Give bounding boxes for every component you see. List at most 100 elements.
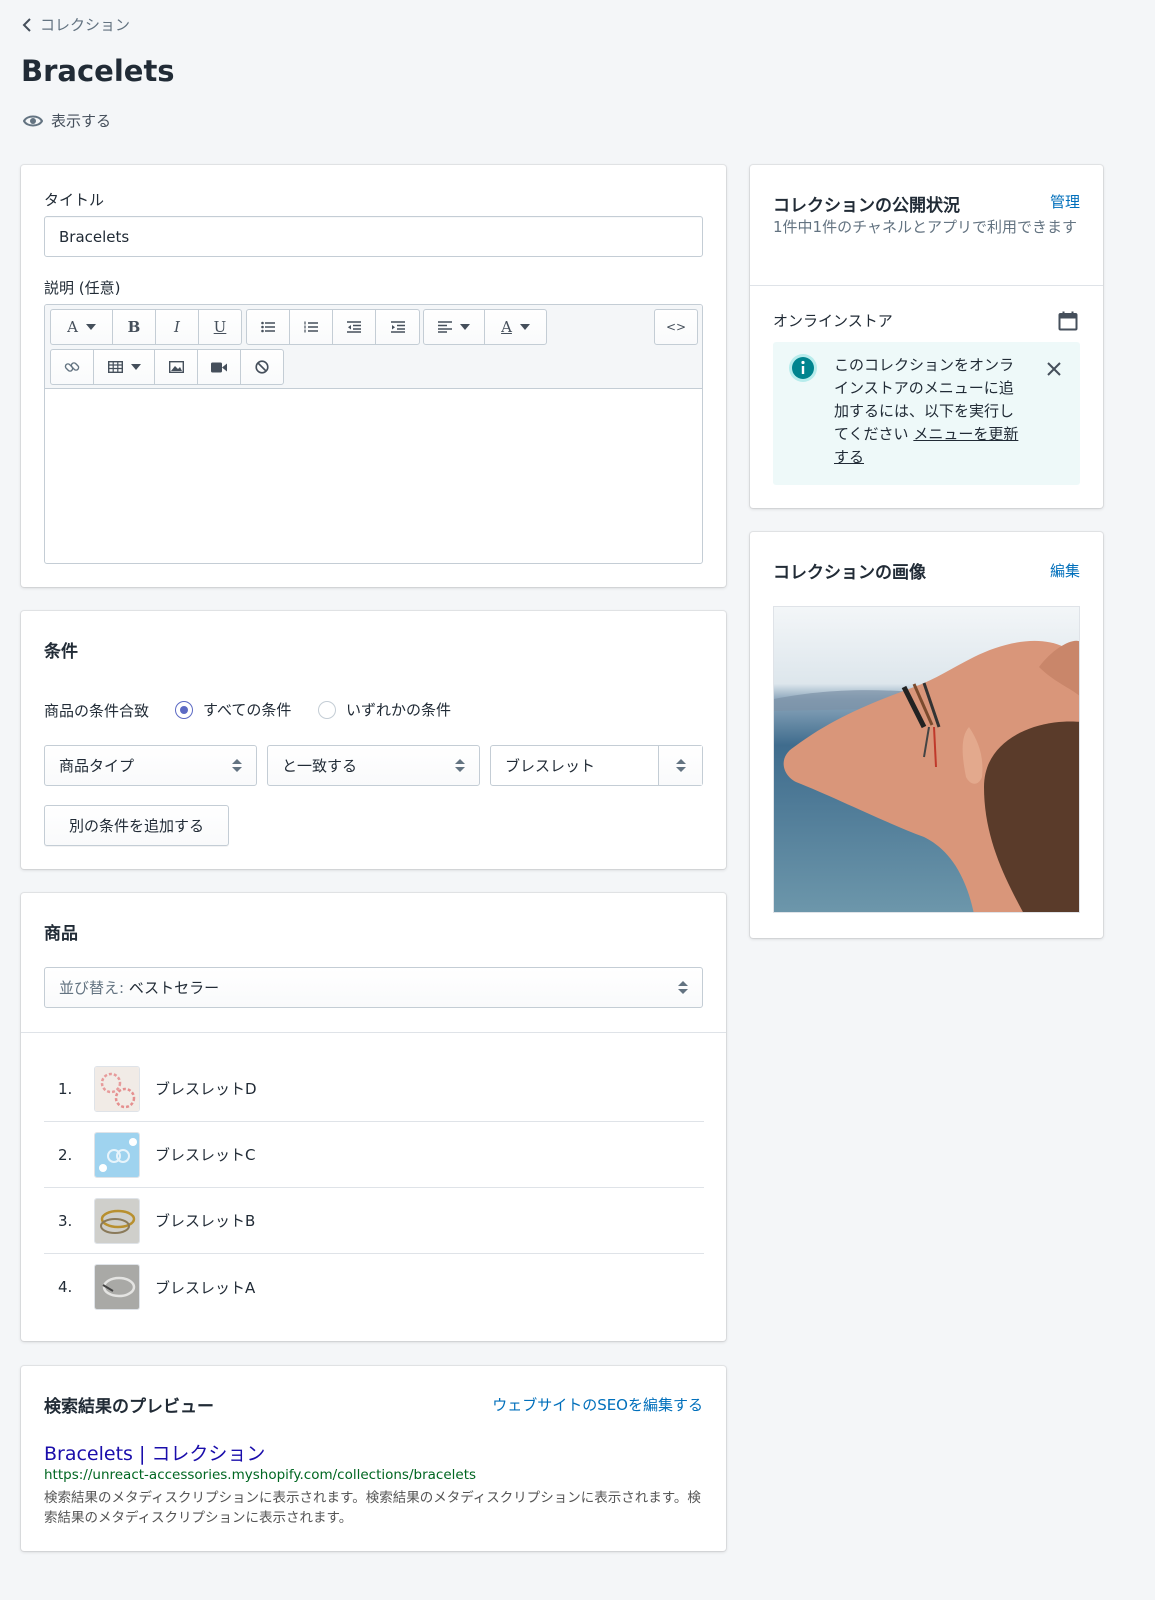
editor-toolbar: A B I U A <> xyxy=(45,305,702,389)
condition-operator-select[interactable]: と一致する xyxy=(267,745,480,786)
outdent-button[interactable] xyxy=(333,310,376,344)
banner-message: このコレクションをオンラインストアのメニューに追加するには、以下を実行してくださ… xyxy=(834,354,1024,469)
add-condition-button[interactable]: 別の条件を追加する xyxy=(44,805,229,846)
divider xyxy=(21,1032,726,1033)
sort-value: ベストセラー xyxy=(128,979,220,997)
collection-image-card: コレクションの画像 編集 xyxy=(750,532,1103,938)
description-textarea[interactable] xyxy=(45,389,702,563)
product-name[interactable]: ブレスレットA xyxy=(155,1277,255,1298)
channel-online-store: オンラインストア xyxy=(773,312,893,330)
select-arrows-icon xyxy=(675,759,686,772)
block-icon xyxy=(255,360,269,374)
numbered-list-icon xyxy=(304,321,318,333)
bullet-list-icon xyxy=(261,321,275,333)
numbered-list-button[interactable] xyxy=(290,310,333,344)
product-row[interactable]: 2. ブレスレットC xyxy=(44,1122,704,1188)
indent-button[interactable] xyxy=(376,310,419,344)
outdent-icon xyxy=(347,321,361,333)
radio-any-label: いずれかの条件 xyxy=(346,701,452,719)
italic-button[interactable]: I xyxy=(156,310,199,344)
font-style-button[interactable]: A xyxy=(51,310,113,344)
condition-value-dropdown[interactable] xyxy=(659,746,702,785)
radio-all-label: すべての条件 xyxy=(203,701,292,719)
edit-image-link[interactable]: 編集 xyxy=(1050,560,1080,581)
product-thumbnail xyxy=(94,1131,140,1178)
indent-icon xyxy=(390,321,405,333)
title-label: タイトル xyxy=(44,191,105,209)
chevron-down-icon xyxy=(519,324,530,330)
condition-field-select[interactable]: 商品タイプ xyxy=(44,745,257,786)
radio-any-condition[interactable]: いずれかの条件 xyxy=(318,699,451,720)
eye-icon xyxy=(23,115,43,126)
product-row[interactable]: 1. ブレスレットD xyxy=(44,1056,704,1122)
select-arrows-icon xyxy=(678,981,688,994)
seo-preview-url: https://unreact-accessories.myshopify.co… xyxy=(44,1467,477,1483)
bold-button[interactable]: B xyxy=(113,310,156,344)
product-name[interactable]: ブレスレットC xyxy=(155,1144,255,1165)
select-arrows-icon xyxy=(232,759,242,772)
conditions-heading: 条件 xyxy=(44,642,78,662)
close-icon[interactable] xyxy=(1046,361,1062,377)
condition-value-combobox[interactable]: ブレスレット xyxy=(490,745,703,786)
radio-button[interactable] xyxy=(318,700,336,719)
product-rank: 2. xyxy=(58,1145,73,1164)
product-rank: 3. xyxy=(58,1211,73,1230)
collection-image-heading: コレクションの画像 xyxy=(773,563,926,583)
info-icon xyxy=(789,354,817,382)
description-editor: A B I U A <> xyxy=(44,304,703,564)
seo-card: 検索結果のプレビュー ウェブサイトのSEOを編集する Bracelets | コ… xyxy=(21,1366,726,1551)
insert-video-button[interactable] xyxy=(198,350,241,384)
manage-link[interactable]: 管理 xyxy=(1050,191,1080,212)
product-row[interactable]: 3. ブレスレットB xyxy=(44,1188,704,1254)
bulleted-list-button[interactable] xyxy=(247,310,290,344)
availability-heading: コレクションの公開状況 xyxy=(773,196,960,216)
breadcrumb[interactable]: コレクション xyxy=(22,14,130,35)
chevron-down-icon xyxy=(85,324,96,330)
product-thumbnail xyxy=(94,1065,140,1112)
collection-image[interactable] xyxy=(773,606,1080,913)
align-color-group: A xyxy=(423,309,547,345)
sort-select-text: 並び替え: ベストセラー xyxy=(59,977,219,998)
title-input[interactable]: Bracelets xyxy=(44,216,703,257)
seo-preview-description: 検索結果のメタディスクリプションに表示されます。検索結果のメタディスクリプション… xyxy=(44,1490,701,1526)
insert-table-button[interactable] xyxy=(94,350,155,384)
html-view-button[interactable]: <> xyxy=(655,310,697,344)
product-name[interactable]: ブレスレットB xyxy=(155,1210,255,1231)
condition-operator-value: と一致する xyxy=(282,757,358,775)
radio-all-conditions[interactable]: すべての条件 xyxy=(175,699,291,720)
format-group: A B I U xyxy=(50,309,242,345)
text-color-button[interactable]: A xyxy=(485,310,546,344)
view-button[interactable]: 表示する xyxy=(23,110,111,131)
table-icon xyxy=(107,361,123,373)
select-arrows-icon xyxy=(455,759,465,772)
availability-subtext: 1件中1件のチャネルとアプリで利用できます xyxy=(773,218,1077,236)
radio-button[interactable] xyxy=(175,700,193,719)
link-icon xyxy=(64,362,80,372)
details-card: タイトル Bracelets 説明 (任意) A B I U A <> xyxy=(21,165,726,587)
align-left-icon xyxy=(438,321,452,333)
conditions-card: 条件 商品の条件合致 すべての条件 いずれかの条件 商品タイプ と一致する ブレ… xyxy=(21,611,726,869)
insert-link-button[interactable] xyxy=(51,350,94,384)
product-row[interactable]: 4. ブレスレットA xyxy=(44,1254,704,1320)
list-group xyxy=(246,309,420,345)
seo-heading: 検索結果のプレビュー xyxy=(44,1397,214,1417)
description-label: 説明 (任意) xyxy=(44,279,121,297)
product-name[interactable]: ブレスレットD xyxy=(155,1078,257,1099)
chevron-left-icon xyxy=(22,17,31,32)
calendar-icon[interactable] xyxy=(1058,311,1078,331)
product-thumbnail xyxy=(94,1264,140,1310)
insert-group xyxy=(50,349,284,385)
breadcrumb-label: コレクション xyxy=(40,16,131,34)
insert-image-button[interactable] xyxy=(155,350,198,384)
underline-button[interactable]: U xyxy=(199,310,241,344)
sort-select[interactable]: 並び替え: ベストセラー xyxy=(44,967,703,1008)
view-label: 表示する xyxy=(51,112,112,130)
html-group: <> xyxy=(654,309,698,345)
clear-format-button[interactable] xyxy=(241,350,283,384)
product-thumbnail xyxy=(94,1197,140,1244)
align-button[interactable] xyxy=(424,310,485,344)
info-banner: このコレクションをオンラインストアのメニューに追加するには、以下を実行してくださ… xyxy=(773,342,1080,485)
condition-value-input[interactable]: ブレスレット xyxy=(491,746,659,785)
edit-seo-link[interactable]: ウェブサイトのSEOを編集する xyxy=(492,1394,703,1415)
page-title: Bracelets xyxy=(21,54,175,88)
